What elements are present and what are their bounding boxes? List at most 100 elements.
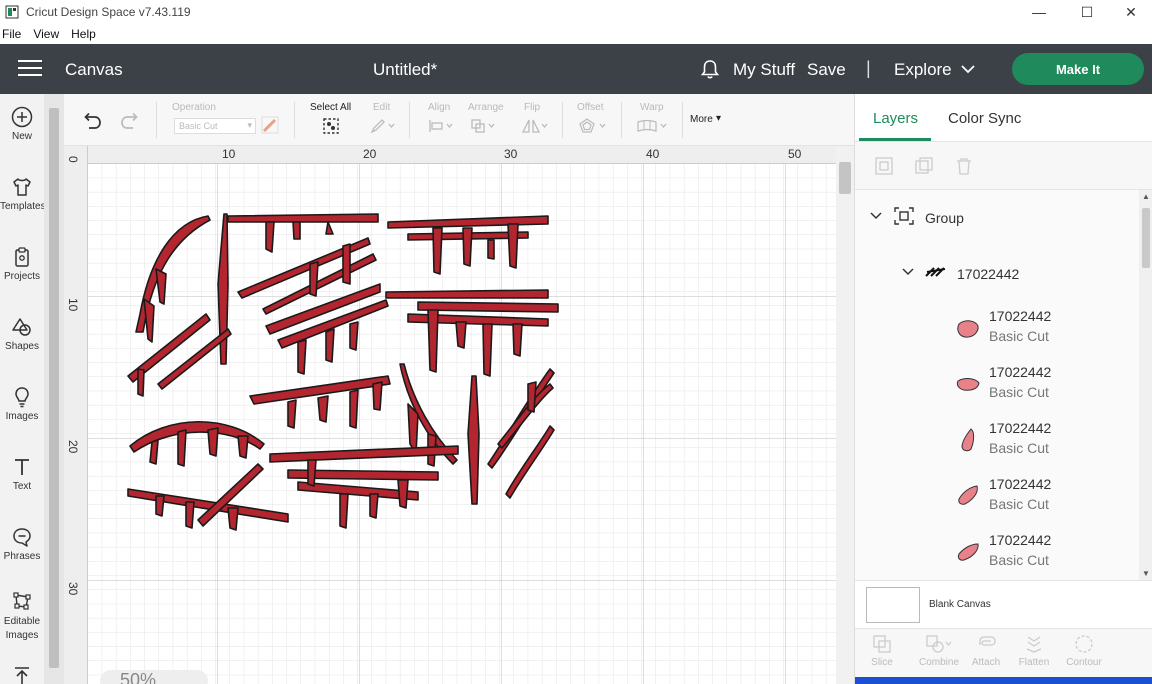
sidebar-scroll-thumb[interactable]	[49, 108, 59, 668]
close-button[interactable]: ✕	[1108, 0, 1152, 24]
undo-icon[interactable]	[82, 112, 102, 130]
minimize-button[interactable]: —	[1016, 0, 1062, 24]
header-separator: |	[866, 58, 871, 78]
layers-scrollbar[interactable]: ▲ ▼	[1139, 190, 1152, 580]
blank-canvas-label: Blank Canvas	[929, 599, 991, 610]
sidebar-label-shapes: Shapes	[5, 341, 39, 352]
contour-icon	[1075, 635, 1093, 653]
sidebar-label-text: Text	[12, 481, 32, 492]
sidebar-item-images[interactable]: Images	[0, 386, 44, 446]
delete-icon[interactable]	[953, 155, 975, 177]
operation-select[interactable]: Basic Cut ▾	[174, 118, 256, 134]
tab-color-sync[interactable]: Color Sync	[948, 110, 1021, 127]
subgroup-expand-chevron-icon[interactable]	[901, 266, 915, 278]
pen-color-icon[interactable]	[261, 116, 279, 134]
canvas-label: Canvas	[65, 60, 123, 79]
design-canvas[interactable]: 0 10 20 30 40 50 0 10 20 30	[64, 146, 854, 684]
sidebar-item-templates[interactable]: Templates	[0, 176, 46, 236]
layer-item[interactable]: 17022442 Basic Cut	[855, 308, 1139, 364]
layer-item[interactable]: 17022442 Basic Cut	[855, 420, 1139, 476]
menu-help[interactable]: Help	[71, 27, 100, 41]
claw-marks-thumbnail-icon	[925, 267, 946, 277]
flatten-button[interactable]: Flatten	[1011, 633, 1057, 668]
scroll-down-arrow-icon[interactable]: ▼	[1142, 569, 1150, 578]
ruler-left-10: 10	[66, 298, 80, 312]
save-button[interactable]: Save	[807, 60, 846, 80]
group-expand-chevron-icon[interactable]	[869, 210, 883, 222]
upload-icon	[15, 667, 29, 684]
flip-label: Flip	[524, 102, 541, 113]
sidebar-item-phrases[interactable]: Phrases	[0, 526, 44, 586]
explore-menu[interactable]: Explore	[894, 60, 952, 80]
layer-item[interactable]: 17022442 Basic Cut	[855, 532, 1139, 580]
blank-canvas-swatch[interactable]	[866, 587, 920, 623]
menu-view[interactable]: View	[33, 27, 63, 41]
arrange-icon[interactable]	[470, 118, 498, 134]
combine-button[interactable]: Combine	[909, 633, 969, 668]
app-header: Canvas Untitled* My Stuff Save | Explore…	[0, 44, 1152, 94]
subgroup-label[interactable]: 17022442	[957, 266, 1019, 282]
more-menu[interactable]: More	[690, 114, 713, 125]
attach-button[interactable]: Attach	[963, 633, 1009, 668]
layer-operation: Basic Cut	[989, 384, 1049, 400]
menu-file[interactable]: File	[2, 27, 25, 41]
more-caret-icon[interactable]: ▾	[716, 113, 721, 124]
layer-item[interactable]: 17022442 Basic Cut	[855, 476, 1139, 532]
design-artwork[interactable]	[88, 164, 836, 684]
duplicate-icon[interactable]	[913, 155, 935, 177]
group-layers-icon[interactable]	[873, 155, 895, 177]
ruler-top-20: 20	[363, 147, 377, 161]
hamburger-menu-icon[interactable]	[18, 60, 42, 78]
layer-item[interactable]: 17022442 Basic Cut	[855, 364, 1139, 420]
select-all-icon[interactable]	[322, 117, 340, 135]
toolbar-divider	[409, 102, 410, 138]
operation-label: Operation	[172, 102, 216, 113]
maximize-button[interactable]: ☐	[1064, 0, 1110, 24]
sidebar-scrollbar[interactable]	[44, 94, 64, 684]
sidebar-label-projects: Projects	[3, 271, 41, 282]
group-label[interactable]: Group	[925, 210, 964, 226]
flip-icon[interactable]	[520, 118, 550, 134]
warp-icon[interactable]	[636, 118, 670, 134]
tab-layers[interactable]: Layers	[873, 110, 918, 127]
chevron-down-icon[interactable]	[960, 62, 976, 76]
zoom-level: 50%	[120, 670, 157, 684]
blank-canvas-row[interactable]: Blank Canvas	[855, 580, 1152, 628]
edit-toolbar: Operation Basic Cut ▾ Select All Edit Ali…	[64, 94, 854, 146]
sidebar-item-new[interactable]: New	[0, 106, 44, 166]
attach-label: Attach	[971, 657, 1001, 668]
sidebar-item-projects[interactable]: Projects	[0, 246, 44, 306]
align-icon[interactable]	[428, 118, 456, 134]
scroll-up-arrow-icon[interactable]: ▲	[1142, 192, 1150, 201]
sidebar-item-upload[interactable]	[0, 666, 44, 684]
text-icon	[15, 459, 29, 475]
zoom-control[interactable]: 50%	[100, 670, 208, 684]
offset-icon[interactable]	[578, 118, 608, 134]
make-it-button[interactable]: Make It	[1012, 53, 1144, 85]
layer-name: 17022442	[989, 308, 1052, 324]
sidebar-item-shapes[interactable]: Shapes	[0, 316, 44, 376]
plus-circle-icon	[11, 106, 33, 128]
redo-icon[interactable]	[120, 112, 140, 130]
edit-pencil-icon[interactable]	[370, 118, 396, 134]
contour-button[interactable]: Contour	[1061, 633, 1107, 668]
sidebar-label-editable-images: Editable Images	[3, 616, 41, 641]
canvas-scroll-thumb[interactable]	[839, 162, 851, 194]
lightbulb-icon	[15, 387, 29, 408]
app-icon	[4, 4, 20, 20]
toolbar-divider	[682, 102, 683, 138]
my-stuff-link[interactable]: My Stuff	[733, 60, 795, 80]
operation-value: Basic Cut	[179, 121, 218, 131]
ruler-top-50: 50	[788, 147, 802, 161]
canvas-grid[interactable]	[88, 164, 836, 684]
canvas-vertical-scrollbar[interactable]	[836, 146, 854, 684]
notification-bell-icon[interactable]	[699, 58, 721, 80]
combine-label: Combine	[918, 657, 960, 668]
layers-scroll-thumb[interactable]	[1142, 208, 1150, 268]
slice-button[interactable]: Slice	[859, 633, 905, 668]
layer-operation: Basic Cut	[989, 496, 1049, 512]
ruler-left-30: 30	[66, 582, 80, 596]
toolbar-divider	[156, 102, 157, 138]
sidebar-item-text[interactable]: Text	[0, 456, 44, 516]
sidebar-item-editable-images[interactable]: Editable Images	[0, 590, 44, 650]
